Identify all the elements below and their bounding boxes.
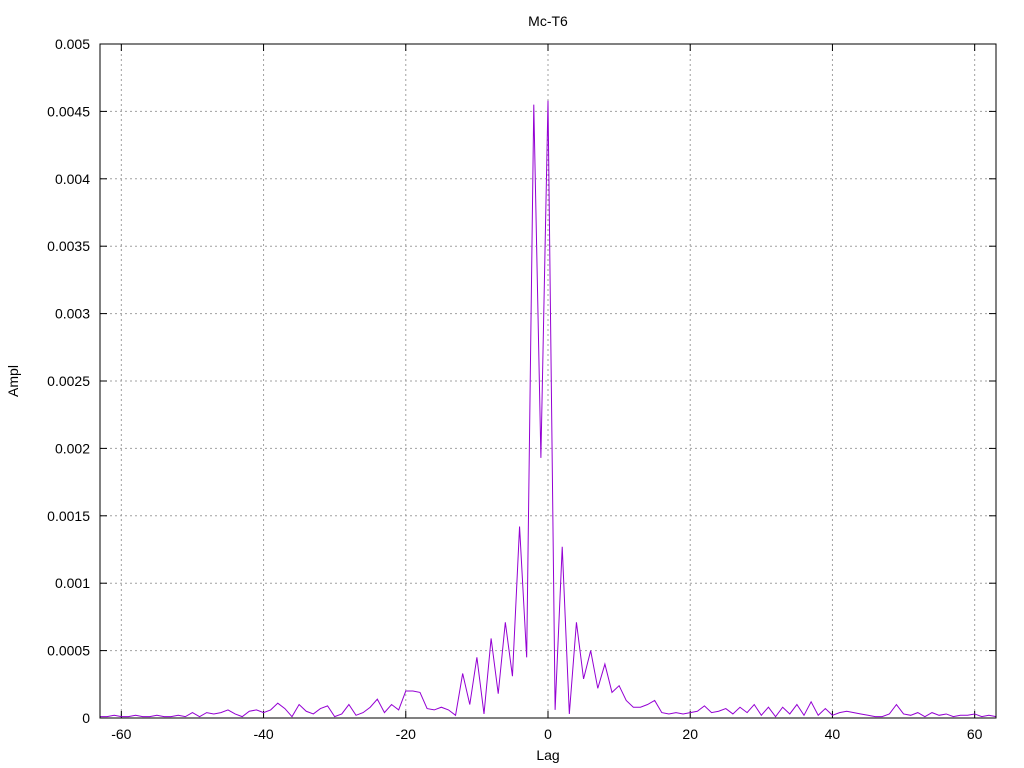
x-tick-label: 40 [825, 726, 841, 742]
x-tick-label: 0 [544, 726, 552, 742]
x-tick-label: 20 [682, 726, 698, 742]
y-tick-label: 0.0045 [47, 103, 90, 119]
y-axis-label: Ampl [5, 365, 21, 397]
y-tick-label: 0.0035 [47, 238, 90, 254]
x-tick-label: -20 [396, 726, 416, 742]
y-tick-label: 0.004 [55, 171, 90, 187]
y-tick-label: 0.0015 [47, 508, 90, 524]
y-tick-label: 0 [82, 710, 90, 726]
y-tick-label: 0.002 [55, 440, 90, 456]
y-tick-label: 0.001 [55, 575, 90, 591]
chart-title: Mc-T6 [528, 13, 568, 29]
x-tick-label: -40 [253, 726, 273, 742]
x-tick-label: 60 [967, 726, 983, 742]
x-tick-label: -60 [111, 726, 131, 742]
y-tick-label: 0.0025 [47, 373, 90, 389]
chart: -60 -40 -20 0 20 40 60 0 0.0005 0.001 0.0015 0.002… [5, 13, 997, 763]
grid-lines [100, 43, 996, 719]
y-tick-label: 0.005 [55, 36, 90, 52]
x-axis-label: Lag [536, 747, 559, 763]
y-tick-label: 0.0005 [47, 643, 90, 659]
y-tick-label: 0.003 [55, 306, 90, 322]
